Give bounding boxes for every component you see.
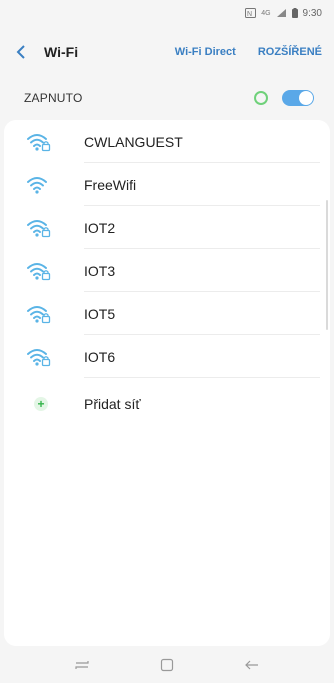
home-icon [160,658,174,671]
recent-apps-icon [75,660,89,669]
open-wifi-icon [27,176,47,194]
wifi-lock-icon [26,261,66,281]
wifi-lock-icon [26,304,66,324]
navigation-bar [0,646,334,683]
back-nav-button[interactable] [237,650,267,680]
wifi-switch[interactable] [282,90,314,106]
wifi-direct-button[interactable]: Wi-Fi Direct [175,46,236,58]
data-4g-label: 4G [261,9,271,17]
secured-wifi-icon [27,348,51,366]
back-nav-icon [244,660,258,669]
wifi-toggle-label: ZAPNUTO [24,91,83,105]
add-network-item[interactable]: + Přidat síť [4,382,330,425]
status-time: 9:30 [302,7,322,19]
wifi-lock-icon [26,347,66,367]
wifi-icon [26,175,66,195]
wifi-toggle-row[interactable]: ZAPNUTO [0,80,334,116]
network-name: CWLANGUEST [84,133,183,150]
network-list: CWLANGUEST FreeWifi IOT2 IOT3 IOT5 IOT6 + Při… [4,120,330,646]
svg-text:N: N [247,11,252,18]
network-name: FreeWifi [84,176,137,193]
nfc-icon: N [245,8,257,18]
divider [84,377,320,378]
network-name: IOT6 [84,348,116,365]
network-item[interactable]: FreeWifi [4,163,330,206]
plus-icon: + [34,396,48,411]
wifi-lock-icon [26,132,66,152]
wifi-lock-icon [26,218,66,238]
network-item[interactable]: IOT3 [4,249,330,292]
network-item[interactable]: IOT6 [4,335,330,378]
scrollbar[interactable] [326,200,328,330]
recent-apps-button[interactable] [67,650,97,680]
data-4g-icon: 4G [261,10,270,17]
add-network-label: Přidat síť [84,395,141,412]
network-name: IOT3 [84,262,116,279]
switch-knob [299,91,313,105]
status-bar: N 4G 9:30 [0,0,334,26]
chevron-left-icon [16,45,25,59]
secured-wifi-icon [27,133,51,151]
add-network-icon-wrap: + [26,396,66,411]
advanced-button[interactable]: ROZŠÍŘENÉ [258,46,322,58]
page-title: Wi-Fi [44,44,79,60]
network-item[interactable]: IOT2 [4,206,330,249]
network-name: IOT5 [84,305,116,322]
network-name: IOT2 [84,219,116,236]
battery-icon [291,8,298,18]
connection-status-icon [254,91,268,105]
network-item[interactable]: IOT5 [4,292,330,335]
secured-wifi-icon [27,219,51,237]
back-button[interactable] [0,30,42,74]
app-header: Wi-Fi Wi-Fi Direct ROZŠÍŘENÉ [0,30,334,74]
home-button[interactable] [152,650,182,680]
secured-wifi-icon [27,262,51,280]
network-item[interactable]: CWLANGUEST [4,120,330,163]
secured-wifi-icon [27,305,51,323]
signal-icon [276,8,287,18]
